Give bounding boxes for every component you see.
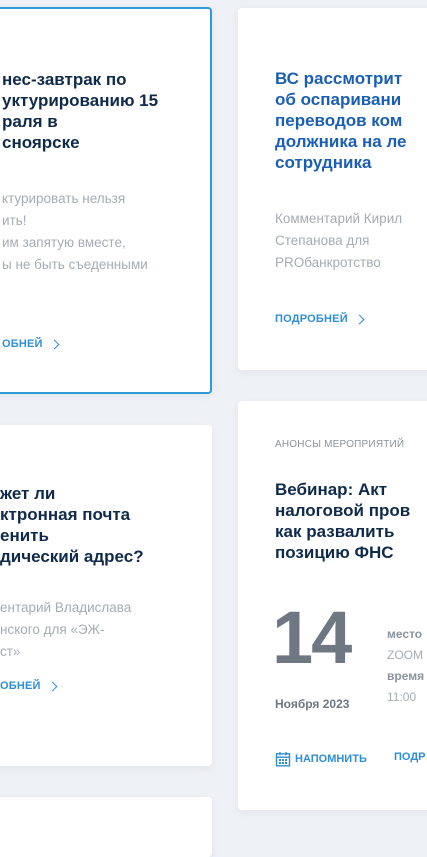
- event-card-webinar[interactable]: АНОНСЫ МЕРОПРИЯТИЙ Вебинар: Акт налогово…: [238, 401, 427, 810]
- event-more-link[interactable]: ПОДР: [394, 751, 426, 763]
- card-description: ентарий Владислава нского для «ЭЖ- ст»: [0, 600, 132, 659]
- event-category: АНОНСЫ МЕРОПРИЯТИЙ: [275, 439, 405, 450]
- event-place-label: место: [387, 627, 423, 641]
- chevron-right-icon: [49, 339, 60, 349]
- card-title[interactable]: жет ли ктронная почта енить дический адр…: [0, 483, 144, 567]
- more-label: ОБНЕЙ: [0, 680, 41, 692]
- more-label: ПОДР: [394, 751, 426, 763]
- more-link[interactable]: ПОДРОБНЕЙ: [275, 313, 365, 325]
- event-month: Ноября 2023: [275, 697, 350, 711]
- remind-label: НАПОМНИТЬ: [295, 753, 367, 765]
- card-title[interactable]: нес-завтрак по уктурированию 15 раля в с…: [2, 69, 158, 153]
- event-time-label: время: [387, 669, 425, 683]
- news-card-email-address[interactable]: жет ли ктронная почта енить дический адр…: [0, 425, 212, 766]
- more-label: ОБНЕЙ: [2, 338, 43, 350]
- event-day: 14: [272, 596, 352, 679]
- event-title[interactable]: Вебинар: Акт налоговой пров как развалит…: [275, 479, 410, 563]
- card-description: ктурировать нельзя ить! им запятую вмест…: [2, 191, 148, 272]
- chevron-right-icon: [354, 314, 365, 324]
- news-card-business-breakfast[interactable]: нес-завтрак по уктурированию 15 раля в с…: [0, 7, 212, 394]
- more-link[interactable]: ОБНЕЙ: [2, 338, 60, 350]
- news-card-supreme-court[interactable]: ВС рассмотрит об оспаривани переводов ко…: [238, 8, 427, 370]
- card-description: Комментарий Кирил Степанова для PROбанкр…: [275, 211, 403, 270]
- card-title[interactable]: ВС рассмотрит об оспаривани переводов ко…: [275, 68, 406, 173]
- more-link[interactable]: ОБНЕЙ: [0, 680, 58, 692]
- event-place-value: ZOOM: [387, 648, 423, 662]
- news-card-partial[interactable]: [0, 797, 212, 857]
- event-time-value: 11:00: [387, 690, 417, 704]
- calendar-icon: [275, 751, 291, 767]
- chevron-right-icon: [47, 681, 58, 691]
- remind-button[interactable]: НАПОМНИТЬ: [275, 751, 367, 767]
- more-label: ПОДРОБНЕЙ: [275, 313, 348, 325]
